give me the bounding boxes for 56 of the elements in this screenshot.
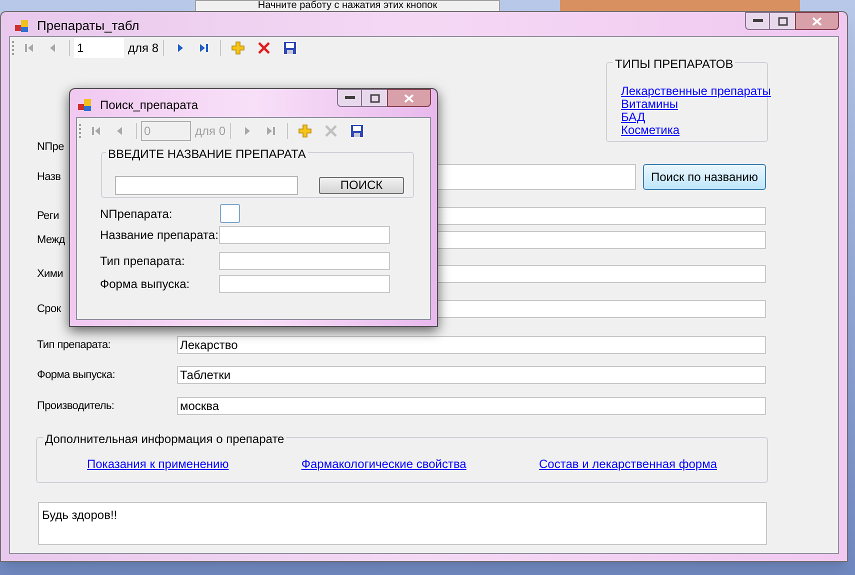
text-field[interactable]: москва (177, 397, 766, 415)
drug-type-link[interactable]: Косметика (621, 124, 767, 137)
minimize-button[interactable] (745, 12, 770, 30)
field-label: Тип препарата: (37, 338, 111, 353)
drug-type-link[interactable]: Витамины (621, 98, 767, 111)
save-icon[interactable] (282, 41, 297, 55)
text-field[interactable] (219, 274, 390, 292)
close-icon (404, 94, 414, 102)
field-label: Межд (37, 232, 65, 248)
background-window-text: Начните работу с нажатия этих кнопок (258, 1, 438, 11)
text-field[interactable]: Лекарство (177, 336, 766, 354)
save-icon[interactable] (350, 124, 364, 138)
maximize-button[interactable] (770, 12, 795, 30)
delete-icon[interactable] (256, 41, 271, 55)
maximize-button[interactable] (362, 89, 387, 107)
add-icon[interactable] (298, 124, 312, 138)
field-label: Реги (37, 208, 59, 224)
drug-type-link[interactable]: БАД (621, 111, 767, 124)
field-label: Форма выпуска: (100, 276, 190, 292)
info-link[interactable]: Состав и лекарственная форма (539, 455, 717, 473)
close-button[interactable] (795, 12, 839, 30)
window-title: Препараты_табл (37, 17, 140, 35)
field-label: Хими (37, 266, 63, 282)
field-label: NПрепарата: (100, 206, 172, 222)
field-label: Название препарата: (100, 226, 218, 244)
info-link[interactable]: Фармакологические свойства (301, 455, 466, 473)
search-by-name-button[interactable]: Поиск по названию (643, 164, 766, 190)
field-label: Назв (37, 170, 61, 185)
app-icon (78, 98, 92, 112)
field-label: Срок (37, 302, 61, 317)
minimize-icon (752, 19, 762, 23)
text-field[interactable] (219, 226, 390, 244)
maximize-icon (370, 94, 380, 102)
field-label: Форма выпуска: (37, 368, 115, 383)
close-icon (812, 16, 822, 26)
text-field[interactable] (219, 252, 390, 270)
dialog-title: Поиск_препарата (100, 97, 198, 114)
notes-text-area[interactable]: Будь здоров!! (38, 502, 767, 545)
info-link[interactable]: Показания к применению (87, 455, 229, 473)
record-count: для 8 (128, 40, 159, 57)
search-input-field[interactable] (115, 176, 298, 195)
search-button[interactable]: ПОИСК (319, 177, 404, 194)
last-record-icon[interactable] (198, 42, 210, 54)
field-label: Производитель: (37, 398, 114, 414)
record-count: для 0 (195, 123, 226, 140)
minimize-button[interactable] (337, 89, 362, 107)
minimize-icon (344, 96, 354, 100)
maximize-icon (778, 16, 788, 26)
app-icon (15, 18, 29, 33)
field-label: NПре (37, 140, 64, 154)
text-field[interactable] (220, 204, 240, 223)
position-field[interactable]: 1 (74, 38, 124, 58)
text-field[interactable]: Таблетки (177, 366, 766, 384)
add-icon[interactable] (230, 41, 245, 55)
close-button[interactable] (387, 89, 431, 107)
field-label: Тип препарата: (100, 252, 185, 270)
